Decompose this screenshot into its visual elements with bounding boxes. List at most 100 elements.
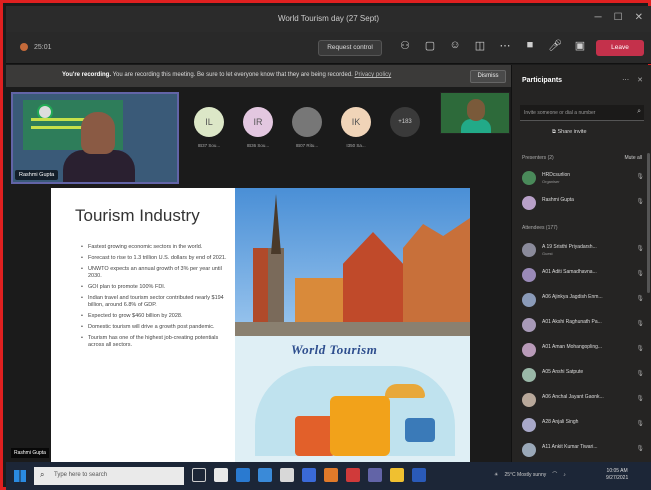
participant-name: A06 Anchal Jayant Gaonk... <box>542 394 604 400</box>
reactions-icon[interactable]: ☺ <box>448 39 462 52</box>
participant-row[interactable]: A01 Aman Mohangopling... 🎙︎ <box>522 341 646 361</box>
presenter-face <box>81 112 115 154</box>
participant-row[interactable]: Rashmi Gupta 🎙︎ <box>522 194 646 214</box>
chat-icon[interactable]: ▢ <box>423 39 437 52</box>
mic-off-icon: 🎙︎ <box>636 271 644 277</box>
volume-icon[interactable]: ♪ <box>563 472 566 478</box>
slide-bullet: Fastest growing economic sectors in the … <box>81 244 229 251</box>
window-titlebar: World Tourism day (27 Sept) ─ ☐ ✕ <box>6 6 651 32</box>
participant-name: A01 Akshi Raghunath Pa... <box>542 319 602 325</box>
participant-name: Rashmi Gupta <box>542 197 574 203</box>
more-options-icon[interactable]: ⋯ <box>498 39 512 52</box>
camera-icon[interactable]: ■ <box>523 39 537 52</box>
attendee-avatar[interactable]: IK I350 Sa... <box>338 107 374 148</box>
camera-illustration-icon <box>405 418 435 442</box>
toolbar-icons: ⚇ ▢ ☺ ◫ ⋯ ■ 🎤︎ ▣ <box>398 39 587 52</box>
weather-icon[interactable]: ☀ <box>494 472 498 478</box>
network-icon[interactable]: ⌒ <box>552 471 557 478</box>
more-icon[interactable]: ⋯ <box>622 76 629 84</box>
mute-all-button[interactable]: Mute all <box>624 155 642 161</box>
participant-video-tile[interactable] <box>440 92 510 134</box>
participant-name: A01 Aman Mohangopling... <box>542 344 603 350</box>
store-icon[interactable] <box>258 468 272 482</box>
close-icon[interactable]: ✕ <box>635 12 643 23</box>
banner-title: You're recording. <box>62 72 111 78</box>
presenter-body <box>63 150 135 182</box>
firefox-icon[interactable] <box>324 468 338 482</box>
minimize-icon[interactable]: ─ <box>595 12 602 23</box>
avatar-initials: IR <box>243 107 273 137</box>
participant-row[interactable]: HRDcsurlion Organiser 🎙︎ <box>522 169 646 189</box>
privacy-policy-link[interactable]: Privacy policy <box>355 72 392 78</box>
presenter-video-tile[interactable]: Rashmi Gupta <box>11 92 179 184</box>
panel-scrollbar[interactable] <box>647 153 650 293</box>
participant-row[interactable]: A01 Akshi Raghunath Pa... 🎙︎ <box>522 316 646 336</box>
meeting-toolbar: 25:01 Request control ⚇ ▢ ☺ ◫ ⋯ ■ 🎤︎ ▣ L… <box>6 32 651 64</box>
task-view-icon[interactable] <box>192 468 206 482</box>
participant-role: Guest <box>542 251 553 256</box>
maximize-icon[interactable]: ☐ <box>614 12 623 23</box>
taskbar-search-input[interactable]: ⌕ Type here to search <box>34 467 184 485</box>
chrome-icon[interactable] <box>346 468 360 482</box>
participant-name: A11 Ankit Kumar Tiwari... <box>542 444 598 450</box>
mic-off-icon: 🎙︎ <box>636 446 644 452</box>
avatar <box>522 293 536 307</box>
mic-off-icon: 🎙︎ <box>636 321 644 327</box>
participants-panel: Participants ⋯ ✕ Invite someone or dial … <box>511 65 651 462</box>
avatar <box>522 268 536 282</box>
attendee-avatar[interactable]: IL IB37 Sou... <box>191 107 227 148</box>
avatar <box>522 368 536 382</box>
leave-button[interactable]: Leave <box>596 40 644 56</box>
request-control-button[interactable]: Request control <box>318 40 382 56</box>
mic-off-icon: 🎙︎ <box>636 371 644 377</box>
avatar-initials: IL <box>194 107 224 137</box>
meeting-timer: 25:01 <box>20 43 52 51</box>
windows-start-icon[interactable] <box>14 470 26 482</box>
avatar <box>522 418 536 432</box>
participant-row[interactable]: A 19 Sristhi Priyadarsh... Guest 🎙︎ <box>522 241 646 261</box>
participant-row[interactable]: A06 Ajinkya Jagdish Enm... 🎙︎ <box>522 291 646 311</box>
avatar <box>522 443 536 457</box>
files-icon[interactable] <box>390 468 404 482</box>
avatar <box>522 393 536 407</box>
participant-row[interactable]: A11 Ankit Kumar Tiwari... 🎙︎ <box>522 441 646 461</box>
dismiss-button[interactable]: Dismiss <box>470 70 506 83</box>
participant-row[interactable]: A01 Aditi Samadhavna... 🎙︎ <box>522 266 646 286</box>
mic-off-icon: 🎙︎ <box>636 346 644 352</box>
mic-off-icon: 🎙︎ <box>636 199 644 205</box>
word-icon[interactable] <box>412 468 426 482</box>
avatar-label: I350 Sa... <box>346 143 366 148</box>
teams-icon[interactable] <box>368 468 382 482</box>
slide-bullets: Fastest growing economic sectors in the … <box>81 244 229 353</box>
participants-icon[interactable]: ⚇ <box>398 39 412 52</box>
participant-row[interactable]: A05 Anshi Satpute 🎙︎ <box>522 366 646 386</box>
attendee-avatar[interactable]: IB07 Ritu... <box>289 107 325 148</box>
slide-bullet: Indian travel and tourism sector contrib… <box>81 295 229 309</box>
clock-date: 9/27/2021 <box>606 475 629 481</box>
panel-close-icon[interactable]: ✕ <box>637 76 643 84</box>
presenters-section-header[interactable]: Presenters (2) Mute all <box>522 155 644 161</box>
avatar-label: IB36 Sou... <box>246 143 270 148</box>
attendees-section-header[interactable]: Attendees (177) <box>522 225 644 231</box>
cortana-icon[interactable] <box>214 468 228 482</box>
participant-row[interactable]: A06 Anchal Jayant Gaonk... 🎙︎ <box>522 391 646 411</box>
slide-bullet: GOI plan to promote 100% FDI. <box>81 284 229 291</box>
rooms-icon[interactable]: ◫ <box>473 39 487 52</box>
avatar-initials <box>292 107 322 137</box>
backpack-icon <box>330 396 390 456</box>
mic-icon[interactable]: 🎤︎ <box>548 39 562 52</box>
edge-icon[interactable] <box>236 468 250 482</box>
attendee-avatar[interactable]: IR IB36 Sou... <box>240 107 276 148</box>
window-controls: ─ ☐ ✕ <box>595 12 643 23</box>
explorer-icon[interactable] <box>280 468 294 482</box>
taskbar-clock[interactable]: 10:05 AM 9/27/2021 <box>606 468 628 482</box>
suitcase-icon <box>295 416 335 456</box>
share-icon[interactable]: ▣ <box>573 39 587 52</box>
participant-search-input[interactable]: Invite someone or dial a number ⌕ <box>520 105 644 121</box>
attendee-avatar[interactable]: +183 <box>387 107 423 148</box>
system-tray: ☀ 25°C Mostly sunny ⌒ ♪ <box>494 471 566 479</box>
share-invite-button[interactable]: ⧉ Share invite <box>552 129 587 136</box>
avatar <box>522 243 536 257</box>
mail-icon[interactable] <box>302 468 316 482</box>
participant-row[interactable]: A28 Anjali Singh 🎙︎ <box>522 416 646 436</box>
